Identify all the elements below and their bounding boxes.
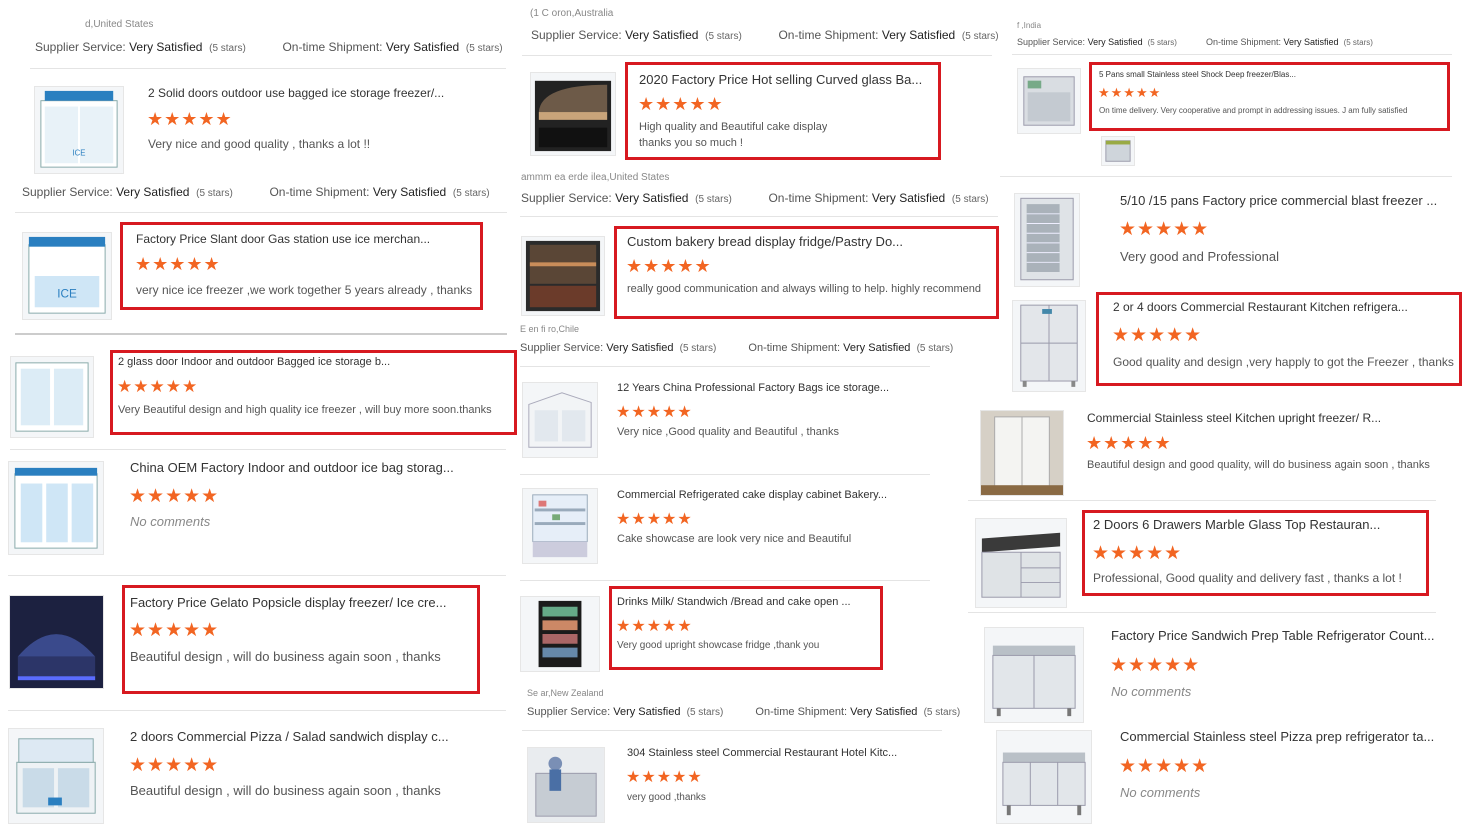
review-comment: very good ,thanks (627, 792, 706, 803)
product-thumbnail[interactable] (984, 627, 1084, 723)
product-thumbnail[interactable] (522, 488, 598, 564)
product-thumbnail[interactable] (8, 728, 104, 824)
open-showcase-fridge-icon (538, 600, 582, 668)
supplier-rating-row: Supplier Service: Very Satisfied (5 star… (527, 706, 961, 718)
review-product-title[interactable]: Commercial Refrigerated cake display cab… (617, 489, 917, 501)
star-rating: ★★★★★ (1086, 433, 1172, 453)
review-product-title[interactable]: 2 doors Commercial Pizza / Salad sandwic… (130, 729, 470, 744)
review-product-title[interactable]: 12 Years China Professional Factory Bags… (617, 382, 917, 394)
blast-freezer-icon (1105, 140, 1131, 162)
product-thumbnail[interactable]: ICE (34, 86, 124, 174)
supplier-rating-row: Supplier Service: Very Satisfied (5 star… (22, 185, 490, 199)
marble-top-counter-icon (981, 532, 1061, 598)
review-comment: No comments (1111, 684, 1192, 699)
sandwich-prep-table-icon (992, 645, 1076, 717)
review-comment: Very nice and good quality , thanks a lo… (148, 137, 371, 151)
review-comment: No comments (130, 514, 211, 529)
bakery-display-fridge-icon (525, 240, 601, 312)
review-comment: Very good and Professional (1120, 249, 1279, 264)
star-rating: ★★★★★ (1119, 756, 1210, 777)
star-rating: ★★★★★ (1119, 219, 1210, 240)
svg-text:ICE: ICE (57, 288, 77, 301)
product-thumbnail[interactable] (975, 518, 1067, 608)
review-highlight-box (614, 226, 999, 319)
supplier-rating-row: Supplier Service: Very Satisfied (5 star… (1017, 37, 1373, 47)
product-thumbnail[interactable]: ICE (22, 232, 112, 320)
buyer-location: ammm ea erde ilea,United States (521, 172, 670, 183)
review-product-title[interactable]: Factory Price Sandwich Prep Table Refrig… (1111, 628, 1451, 643)
product-thumbnail[interactable] (521, 236, 605, 316)
product-thumbnail[interactable] (530, 72, 616, 156)
upright-freezer-icon (981, 411, 1063, 495)
review-highlight-box (120, 222, 483, 310)
gelato-display-freezer-icon (10, 596, 103, 688)
product-thumbnail[interactable] (522, 382, 598, 458)
review-product-title[interactable]: China OEM Factory Indoor and outdoor ice… (130, 460, 490, 475)
bags-ice-storage-icon (528, 392, 592, 448)
blast-freezer-icon (1023, 76, 1075, 126)
star-rating: ★★★★★ (129, 486, 220, 507)
buyer-location: f ,India (1017, 21, 1042, 30)
review-highlight-box (110, 350, 517, 435)
supplier-rating-row: Supplier Service: Very Satisfied (5 star… (521, 191, 989, 205)
review-highlight-box (625, 62, 941, 160)
star-rating: ★★★★★ (1110, 655, 1201, 676)
ice-merchandiser-icon: ICE (28, 236, 106, 314)
product-thumbnail[interactable] (9, 595, 104, 689)
buyer-location: d,United States (85, 19, 154, 30)
pizza-prep-refrigerator-icon (1002, 752, 1086, 816)
product-thumbnail[interactable] (1017, 68, 1081, 134)
cake-display-cabinet-icon (532, 494, 588, 558)
stainless-kitchen-freezer-icon (528, 748, 604, 822)
review-comment: Beautiful design and good quality, will … (1087, 459, 1430, 471)
supplier-rating-row: Supplier Service: Very Satisfied (5 star… (531, 28, 999, 42)
review-product-title[interactable]: 304 Stainless steel Commercial Restauran… (627, 747, 907, 759)
product-thumbnail[interactable] (10, 356, 94, 438)
review-highlight-box (122, 585, 480, 694)
product-thumbnail[interactable] (980, 410, 1064, 496)
review-comment: Very nice ,Good quality and Beautiful , … (617, 426, 839, 438)
review-product-title[interactable]: 5/10 /15 pans Factory price commercial b… (1120, 193, 1452, 208)
review-product-title[interactable]: Commercial Stainless steel Pizza prep re… (1120, 729, 1452, 744)
star-rating: ★★★★★ (616, 511, 693, 528)
ice-bag-storage-icon (14, 467, 98, 549)
product-thumbnail-small[interactable] (1101, 136, 1135, 166)
review-highlight-box (1089, 62, 1450, 131)
glass-door-ice-storage-icon (15, 362, 89, 432)
review-highlight-box (1082, 510, 1429, 596)
product-thumbnail[interactable] (8, 461, 104, 555)
product-thumbnail[interactable] (996, 730, 1092, 824)
product-thumbnail[interactable] (1014, 193, 1080, 287)
supplier-rating-row: Supplier Service: Very Satisfied (5 star… (520, 342, 954, 354)
buyer-location: E en fi ro,Chile (520, 324, 580, 334)
star-rating: ★★★★★ (616, 404, 693, 421)
review-comment: Beautiful design , will do business agai… (130, 783, 441, 798)
buyer-location: (1 C oron,Australia (530, 8, 614, 19)
review-product-title[interactable]: Commercial Stainless steel Kitchen uprig… (1087, 411, 1407, 425)
kitchen-refrigerator-icon (1020, 304, 1078, 387)
star-rating: ★★★★★ (129, 755, 220, 776)
review-comment: Cake showcase are look very nice and Bea… (617, 533, 852, 545)
product-thumbnail[interactable] (527, 747, 605, 823)
pan-blast-freezer-icon (1020, 197, 1074, 281)
review-comment: No comments (1120, 785, 1201, 800)
bagged-ice-storage-freezer-icon: ICE (40, 90, 118, 168)
star-rating: ★★★★★ (626, 769, 703, 786)
review-product-title[interactable]: 2 Solid doors outdoor use bagged ice sto… (148, 86, 488, 100)
product-thumbnail[interactable] (1012, 300, 1086, 392)
pizza-salad-display-icon (16, 738, 96, 814)
supplier-rating-row: Supplier Service: Very Satisfied (5 star… (35, 40, 503, 54)
buyer-location: Se ar,New Zealand (527, 688, 604, 698)
review-highlight-box (1096, 292, 1462, 386)
star-rating: ★★★★★ (147, 109, 233, 129)
curved-glass-cake-display-icon (534, 80, 612, 152)
product-thumbnail[interactable] (520, 596, 600, 672)
svg-text:ICE: ICE (73, 148, 86, 157)
review-highlight-box (609, 586, 883, 670)
